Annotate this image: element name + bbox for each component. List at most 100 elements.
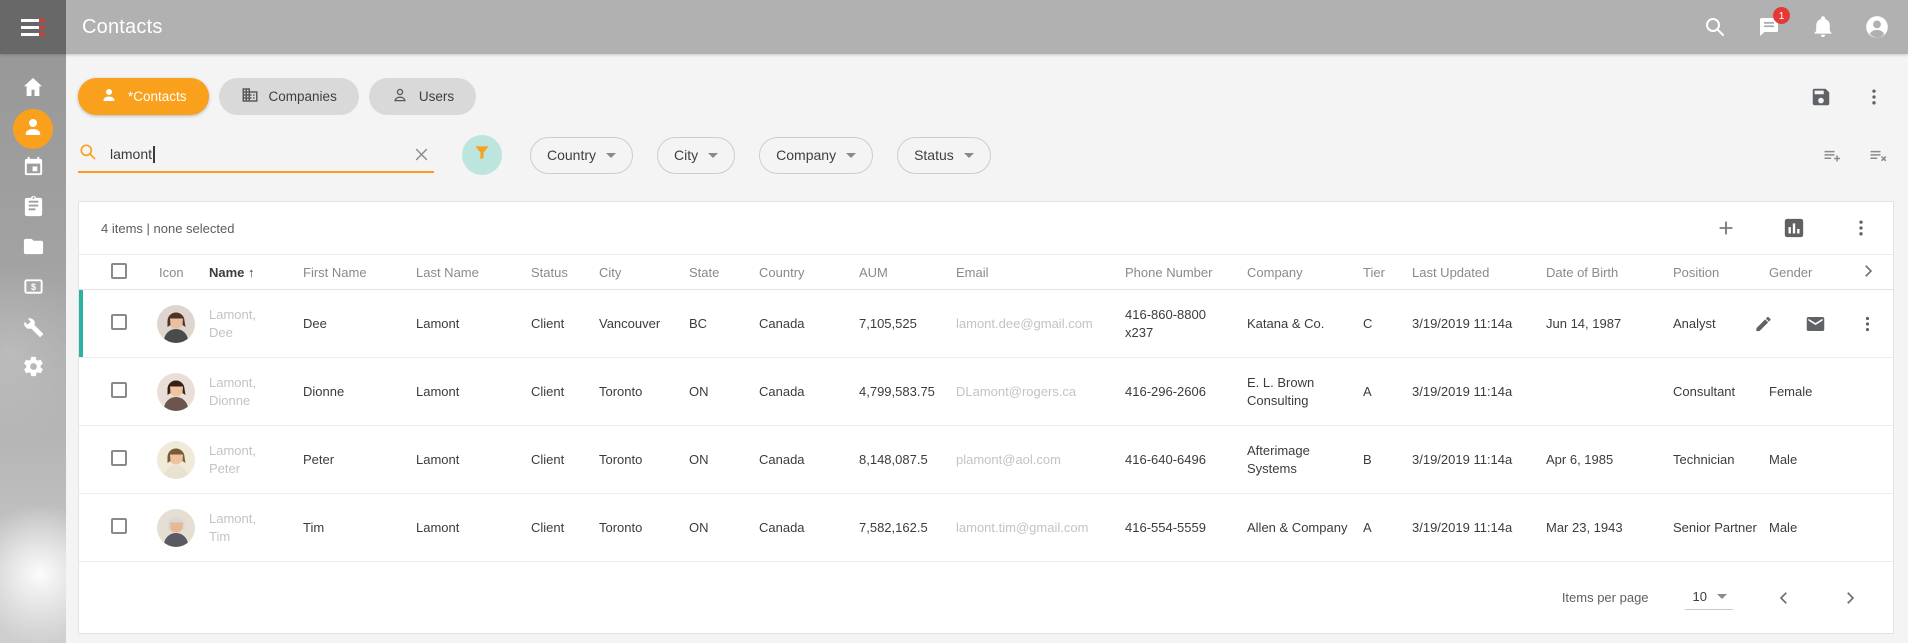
scroll-columns-right-icon[interactable] [1859,262,1895,283]
column-header-status[interactable]: Status [531,265,599,280]
cell-phone: 416-296-2606 [1125,383,1247,401]
country-filter-label: Country [547,147,596,163]
column-header-company[interactable]: Company [1247,265,1363,280]
cell-last-updated: 3/19/2019 11:14a [1412,519,1546,537]
chart-view-button[interactable] [1783,217,1805,239]
sidebar-item-settings[interactable] [13,349,53,389]
chevron-down-icon [964,153,974,158]
folder-icon [22,235,45,263]
funnel-icon [472,143,492,168]
column-header-first-name[interactable]: First Name [303,265,416,280]
table-row[interactable]: Lamont, Peter Peter Lamont Client Toront… [79,426,1893,494]
row-checkbox[interactable] [111,314,127,330]
cell-tier: A [1363,519,1412,537]
hamburger-icon [21,19,45,36]
column-header-state[interactable]: State [689,265,759,280]
cell-state: BC [689,315,759,333]
table-row[interactable]: Lamont, Tim Tim Lamont Client Toronto ON… [79,494,1893,562]
cell-company: Katana & Co. [1247,315,1363,333]
column-header-email[interactable]: Email [956,265,1125,280]
column-header-name[interactable]: Name ↑ [209,265,303,280]
next-page-icon[interactable] [1841,589,1859,607]
cell-last-name: Lamont [416,315,531,333]
cell-tier: C [1363,315,1412,333]
city-filter-dropdown[interactable]: City [657,137,735,174]
sidebar-item-tasks[interactable] [13,189,53,229]
column-header-phone[interactable]: Phone Number [1125,265,1247,280]
person-icon [100,86,118,107]
company-filter-label: Company [776,147,836,163]
column-header-icon[interactable]: Icon [143,265,209,280]
sidebar-item-billing[interactable]: $ [13,269,53,309]
add-contact-button[interactable] [1715,217,1737,239]
cell-gender: Male [1769,451,1859,469]
search-icon[interactable] [1702,14,1728,40]
more-options-kebab-icon[interactable] [1864,87,1884,107]
column-header-gender[interactable]: Gender [1769,265,1859,280]
edit-pencil-icon[interactable] [1754,314,1773,333]
playlist-remove-icon[interactable] [1868,145,1888,165]
filter-funnel-button[interactable] [462,135,502,175]
column-header-country[interactable]: Country [759,265,859,280]
cell-country: Canada [759,383,859,401]
column-header-last-name[interactable]: Last Name [416,265,531,280]
tab-companies[interactable]: Companies [219,78,359,115]
tab-companies-label: Companies [269,89,337,104]
notifications-bell-icon[interactable] [1810,14,1836,40]
avatar [157,305,195,343]
sidebar-item-calendar[interactable] [13,149,53,189]
tab-contacts[interactable]: *Contacts [78,78,209,115]
row-checkbox[interactable] [111,450,127,466]
table-row[interactable]: Lamont, Dionne Dionne Lamont Client Toro… [79,358,1893,426]
cell-position: Technician [1673,451,1769,469]
cell-status: Client [531,451,599,469]
chat-icon[interactable]: 1 [1756,14,1782,40]
cell-company: Afterimage Systems [1247,442,1363,477]
cell-state: ON [689,383,759,401]
column-header-last-updated[interactable]: Last Updated [1412,265,1546,280]
cell-state: ON [689,519,759,537]
previous-page-icon[interactable] [1775,589,1793,607]
search-input[interactable]: lamont [78,137,434,173]
clear-search-icon[interactable] [413,146,430,163]
email-envelope-icon[interactable] [1805,313,1826,334]
city-filter-label: City [674,147,698,163]
table-kebab-icon[interactable] [1851,218,1871,238]
chat-badge: 1 [1773,7,1790,24]
column-header-tier[interactable]: Tier [1363,265,1412,280]
cell-aum: 7,105,525 [859,315,956,333]
playlist-add-icon[interactable] [1822,145,1842,165]
row-checkbox[interactable] [111,518,127,534]
select-all-checkbox[interactable] [111,263,127,279]
menu-button[interactable] [0,0,66,54]
cell-gender: Male [1769,519,1859,537]
column-header-position[interactable]: Position [1673,265,1769,280]
cell-first-name: Peter [303,451,416,469]
cell-city: Vancouver [599,315,689,333]
tab-users[interactable]: Users [369,78,476,115]
row-kebab-icon[interactable] [1858,314,1877,333]
save-icon[interactable] [1810,86,1832,108]
sidebar-item-documents[interactable] [13,229,53,269]
cell-dob: Apr 6, 1985 [1546,451,1673,469]
sidebar-item-home[interactable] [13,69,53,109]
column-header-city[interactable]: City [599,265,689,280]
company-filter-dropdown[interactable]: Company [759,137,873,174]
cell-email: DLamont@rogers.ca [956,383,1125,401]
table-row[interactable]: Lamont, Dee Dee Lamont Client Vancouver … [79,290,1893,358]
status-filter-dropdown[interactable]: Status [897,137,991,174]
sidebar-item-tools[interactable] [13,309,53,349]
contacts-table-card: 4 items | none selected Icon Name ↑ Firs… [78,201,1894,634]
page-size-select[interactable]: 10 [1685,586,1733,610]
cell-first-name: Tim [303,519,416,537]
calendar-icon [22,155,45,183]
account-icon[interactable] [1864,14,1890,40]
country-filter-dropdown[interactable]: Country [530,137,633,174]
person-icon [21,115,45,144]
sidebar-item-contacts[interactable] [13,109,53,149]
column-header-aum[interactable]: AUM [859,265,956,280]
row-checkbox[interactable] [111,382,127,398]
cell-position: Senior Partner [1673,519,1769,537]
column-header-dob[interactable]: Date of Birth [1546,265,1673,280]
sidebar: $ [0,54,66,643]
